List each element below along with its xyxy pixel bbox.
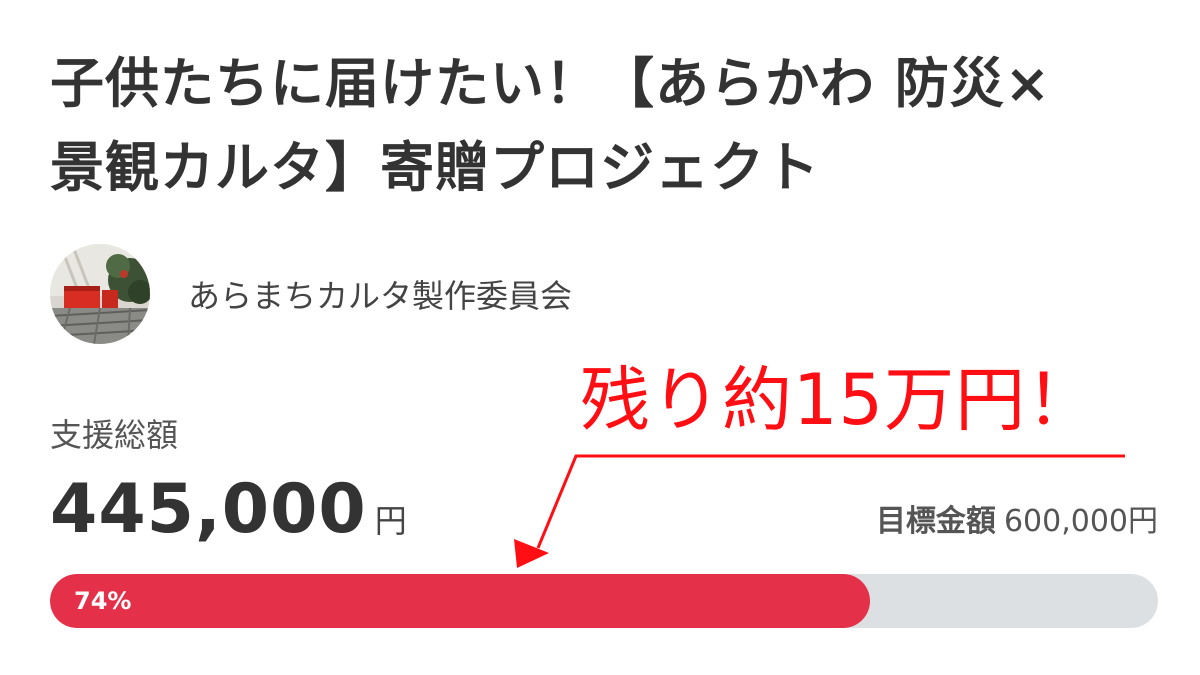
goal-amount-label: 目標金額 xyxy=(875,504,996,539)
funding-progress-bar: 74% xyxy=(50,574,1158,628)
total-support-unit: 円 xyxy=(374,502,407,540)
funding-progress-fill: 74% xyxy=(50,574,870,628)
total-support-label: 支援総額 xyxy=(50,416,179,454)
goal-amount-value: 600,000円 xyxy=(1003,504,1158,539)
total-support-amount: 445,000 xyxy=(50,470,367,549)
funding-progress-percent: 74% xyxy=(74,587,132,615)
project-title-line-2: 景観カルタ】寄贈プロジェクト xyxy=(50,136,820,199)
project-title-line-1: 子供たちに届けたい！【あらかわ 防災× xyxy=(50,52,1052,115)
project-title: 子供たちに届けたい！【あらかわ 防災× 景観カルタ】寄贈プロジェクト xyxy=(50,42,1160,210)
goal-amount: 目標金額 600,000円 xyxy=(876,496,1158,540)
total-support: 445,000 円 xyxy=(50,470,407,549)
remaining-amount-annotation: 残り約15万円！ xyxy=(580,359,1098,441)
avatar-photo-icon xyxy=(50,244,150,344)
author-link[interactable]: あらまちカルタ製作委員会 xyxy=(50,244,572,344)
avatar[interactable] xyxy=(50,244,150,344)
author-name[interactable]: あらまちカルタ製作委員会 xyxy=(188,271,572,317)
